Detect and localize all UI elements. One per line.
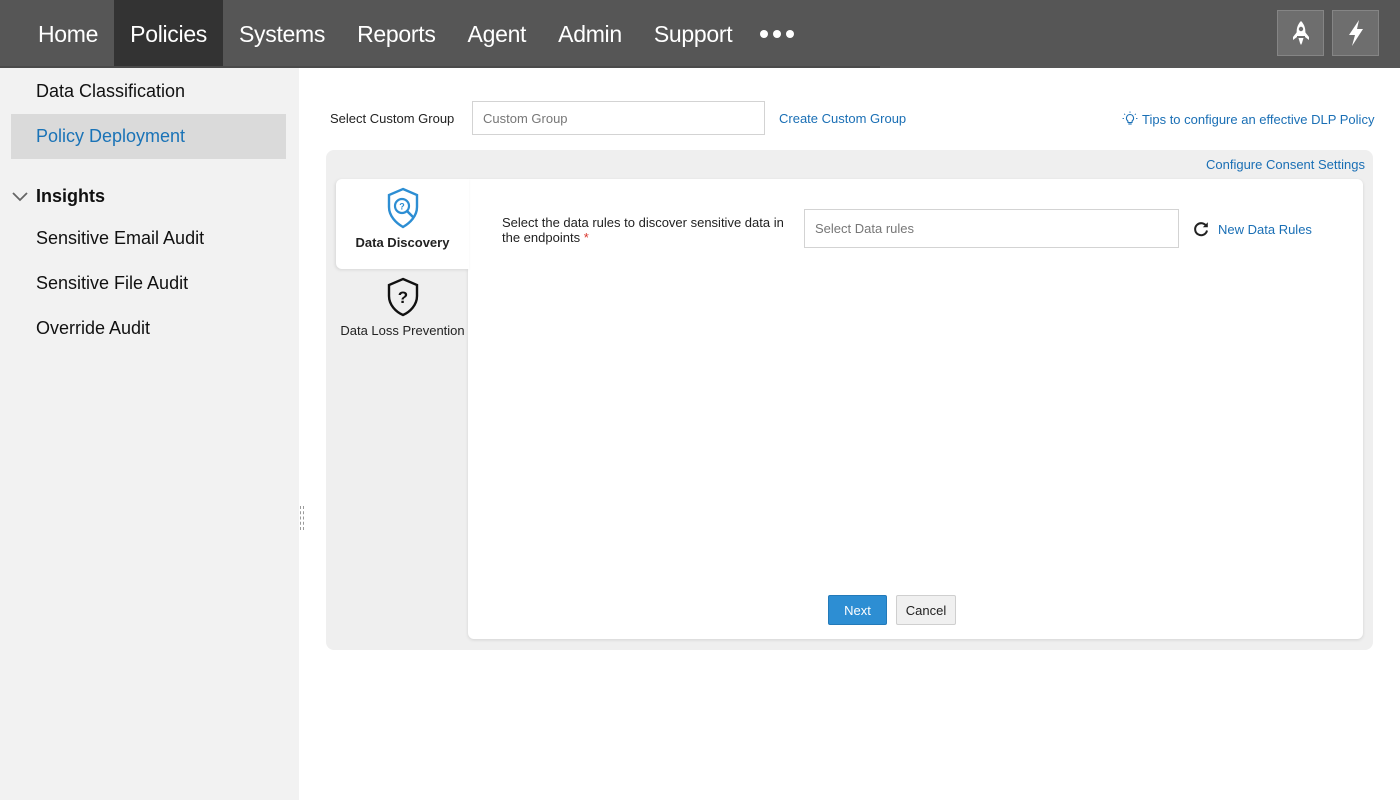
sidebar-resize-handle[interactable] (300, 506, 304, 530)
nav-systems[interactable]: Systems (223, 0, 341, 68)
nav-home[interactable]: Home (22, 0, 114, 68)
tips-link[interactable]: Tips to configure an effective DLP Polic… (1122, 111, 1374, 127)
custom-group-input[interactable] (472, 101, 765, 135)
sidebar-section-title: Insights (36, 186, 106, 206)
top-navigation-bar: Home Policies Systems Reports Agent Admi… (0, 0, 1400, 68)
sidebar-item-sensitive-email-audit[interactable]: Sensitive Email Audit (11, 216, 286, 261)
nav-agent[interactable]: Agent (452, 0, 543, 68)
tips-link-label: Tips to configure an effective DLP Polic… (1142, 111, 1375, 127)
chevron-down-icon (12, 191, 28, 201)
sidebar-item-policy-deployment[interactable]: Policy Deployment (11, 114, 286, 159)
tab-data-loss-prevention[interactable]: ? Data Loss Prevention (336, 274, 469, 354)
lightning-icon[interactable] (1332, 10, 1379, 56)
data-discovery-card (468, 179, 1363, 639)
svg-text:?: ? (397, 288, 407, 307)
nav-admin[interactable]: Admin (542, 0, 638, 68)
nav-reports[interactable]: Reports (341, 0, 451, 68)
required-marker: * (583, 230, 589, 245)
shield-search-icon: ? (387, 187, 418, 229)
sidebar-item-data-classification[interactable]: Data Classification (11, 69, 286, 114)
nav-support[interactable]: Support (638, 0, 748, 68)
new-data-rules-link[interactable]: New Data Rules (1218, 222, 1312, 237)
sidebar-item-override-audit[interactable]: Override Audit (11, 306, 286, 351)
shield-question-icon: ? (387, 277, 418, 317)
rocket-icon[interactable] (1277, 10, 1324, 56)
cancel-button[interactable]: Cancel (896, 595, 956, 625)
svg-text:?: ? (399, 202, 405, 212)
create-custom-group-link[interactable]: Create Custom Group (779, 111, 906, 126)
sidebar: Data Classification Policy Deployment In… (0, 68, 299, 800)
tab-label-data-loss-prevention: Data Loss Prevention (340, 323, 465, 338)
main-nav: Home Policies Systems Reports Agent Admi… (22, 0, 806, 68)
data-rules-label-text: Select the data rules to discover sensit… (502, 215, 784, 245)
nav-policies[interactable]: Policies (114, 0, 224, 68)
tab-data-discovery[interactable]: ? Data Discovery (336, 179, 469, 269)
sidebar-item-sensitive-file-audit[interactable]: Sensitive File Audit (11, 261, 286, 306)
next-button[interactable]: Next (828, 595, 887, 625)
data-rules-label: Select the data rules to discover sensit… (502, 215, 797, 245)
sidebar-section-insights[interactable]: Insights (12, 186, 105, 207)
more-dots-icon[interactable] (748, 0, 806, 68)
custom-group-label: Select Custom Group (330, 111, 455, 126)
lightbulb-icon (1122, 111, 1138, 125)
tab-label-data-discovery: Data Discovery (355, 235, 450, 250)
data-rules-select[interactable] (804, 209, 1179, 248)
configure-consent-settings-link[interactable]: Configure Consent Settings (1206, 157, 1365, 172)
refresh-icon[interactable] (1190, 218, 1212, 240)
